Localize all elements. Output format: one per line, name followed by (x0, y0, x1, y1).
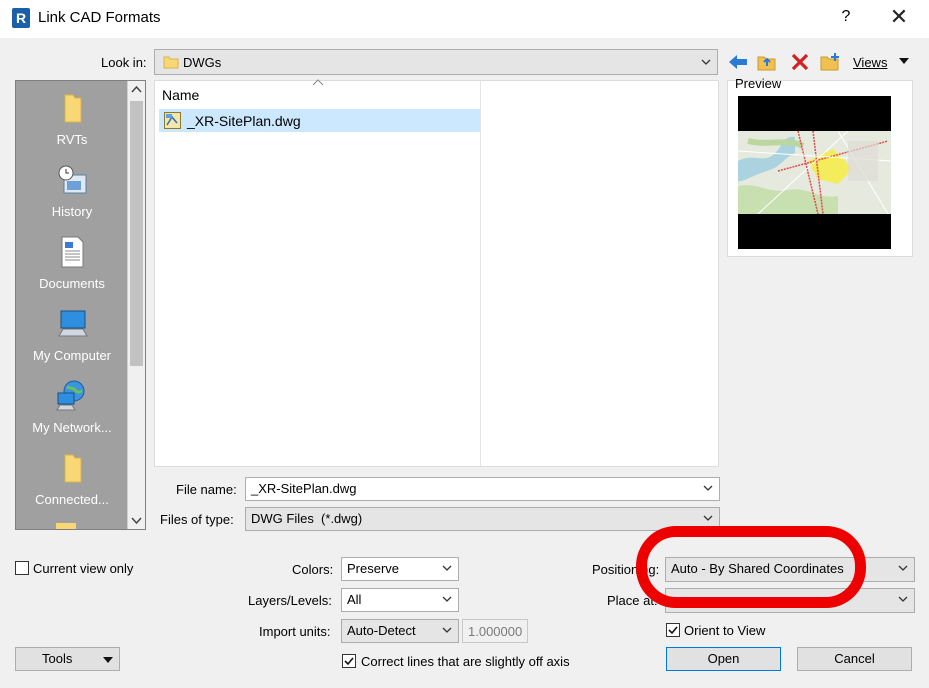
views-dropdown-icon[interactable] (898, 57, 910, 65)
place-at-label: Place at: (607, 593, 658, 608)
chevron-down-icon (898, 561, 908, 575)
colors-value: Preserve (347, 561, 400, 576)
place-label: RVTs (56, 132, 88, 147)
import-units-dropdown[interactable]: Auto-Detect (341, 619, 459, 643)
scale-factor-value: 1.000000 (468, 624, 523, 639)
import-units-value: Auto-Detect (347, 623, 416, 638)
network-icon (56, 380, 85, 411)
back-arrow-icon[interactable] (727, 52, 749, 72)
folder-icon (163, 56, 179, 69)
place-rvts[interactable]: RVTs (16, 91, 128, 147)
place-connected[interactable]: Connected... (16, 451, 128, 507)
scrollbar-thumb[interactable] (130, 101, 143, 366)
tools-label: Tools (42, 651, 73, 666)
views-menu-button[interactable]: Views (853, 55, 887, 70)
open-button[interactable]: Open (666, 647, 781, 671)
tools-button[interactable]: Tools (15, 647, 120, 671)
orient-to-view-label: Orient to View (684, 623, 766, 638)
places-bar: RVTs History Documents My Computer My Ne… (15, 80, 146, 530)
layers-levels-label: Layers/Levels: (248, 593, 332, 608)
positioning-dropdown[interactable]: Auto - By Shared Coordinates (665, 557, 915, 582)
up-folder-icon[interactable] (756, 52, 778, 72)
look-in-dropdown[interactable]: DWGs (154, 49, 718, 75)
file-name: _XR-SitePlan.dwg (187, 113, 301, 129)
dropdown-arrow-icon (103, 657, 113, 663)
preview-image (738, 96, 891, 249)
positioning-value: Auto - By Shared Coordinates (671, 561, 844, 576)
preview-label: Preview (735, 76, 782, 91)
window-title: Link CAD Formats (38, 9, 161, 26)
correct-lines-label: Correct lines that are slightly off axis (361, 654, 570, 669)
correct-lines-checkbox[interactable] (342, 654, 356, 668)
preview-panel (727, 80, 913, 257)
place-my-network[interactable]: My Network... (16, 379, 128, 435)
revit-app-icon: R (12, 8, 30, 28)
dwg-file-icon (164, 112, 181, 129)
folder-icon-partial (56, 523, 76, 529)
column-header-name[interactable]: Name (162, 87, 199, 103)
import-units-label: Import units: (259, 624, 331, 639)
chevron-down-icon (442, 623, 452, 637)
place-label: Documents (39, 276, 105, 291)
place-label: Connected... (35, 492, 109, 507)
chevron-down-icon (701, 55, 711, 69)
place-label: History (51, 204, 93, 219)
column-divider (480, 81, 481, 466)
files-of-type-label: Files of type: (160, 512, 234, 527)
chevron-down-icon (442, 561, 452, 575)
chevron-down-icon[interactable] (703, 481, 713, 495)
places-scrollbar[interactable] (127, 81, 145, 529)
current-view-only-label: Current view only (33, 561, 134, 576)
scale-factor-field: 1.000000 (462, 619, 528, 643)
new-folder-icon[interactable] (819, 52, 841, 72)
look-in-label: Look in: (101, 55, 147, 70)
current-view-only-checkbox[interactable] (15, 561, 29, 575)
close-button[interactable]: ✕ (884, 4, 914, 30)
layers-levels-dropdown[interactable]: All (341, 588, 459, 612)
orient-to-view-checkbox[interactable] (666, 623, 680, 637)
colors-dropdown[interactable]: Preserve (341, 557, 459, 581)
cancel-button[interactable]: Cancel (797, 647, 912, 671)
look-in-value: DWGs (183, 55, 222, 70)
colors-label: Colors: (292, 562, 334, 577)
files-of-type-value: DWG Files (*.dwg) (251, 511, 363, 526)
files-of-type-dropdown[interactable]: DWG Files (*.dwg) (245, 507, 720, 531)
file-name-label: File name: (176, 482, 237, 497)
chevron-down-icon (442, 592, 452, 606)
file-name-input[interactable]: _XR-SitePlan.dwg (245, 477, 720, 501)
chevron-down-icon (898, 592, 908, 606)
place-label: My Computer (32, 348, 112, 363)
documents-icon (61, 236, 84, 268)
delete-icon[interactable] (789, 52, 811, 72)
positioning-label: Positioning: (592, 562, 660, 577)
sort-ascending-icon (312, 79, 324, 86)
help-button[interactable]: ? (838, 8, 854, 26)
place-label: My Network... (32, 420, 112, 435)
history-icon (58, 165, 87, 194)
folder-icon (64, 94, 82, 123)
layers-levels-value: All (347, 592, 362, 607)
place-at-dropdown[interactable] (665, 588, 915, 613)
scroll-down-icon[interactable] (131, 517, 142, 525)
place-history[interactable]: History (16, 163, 128, 219)
computer-icon (58, 310, 88, 337)
file-name-value: _XR-SitePlan.dwg (251, 481, 357, 496)
place-my-computer[interactable]: My Computer (16, 307, 128, 363)
chevron-down-icon (703, 511, 713, 525)
place-documents[interactable]: Documents (16, 235, 128, 291)
scroll-up-icon[interactable] (131, 85, 142, 93)
folder-icon (64, 454, 82, 483)
file-list[interactable]: Name _XR-SitePlan.dwg (154, 79, 719, 467)
file-row[interactable]: _XR-SitePlan.dwg (159, 109, 480, 132)
site-map-thumbnail (738, 131, 891, 214)
